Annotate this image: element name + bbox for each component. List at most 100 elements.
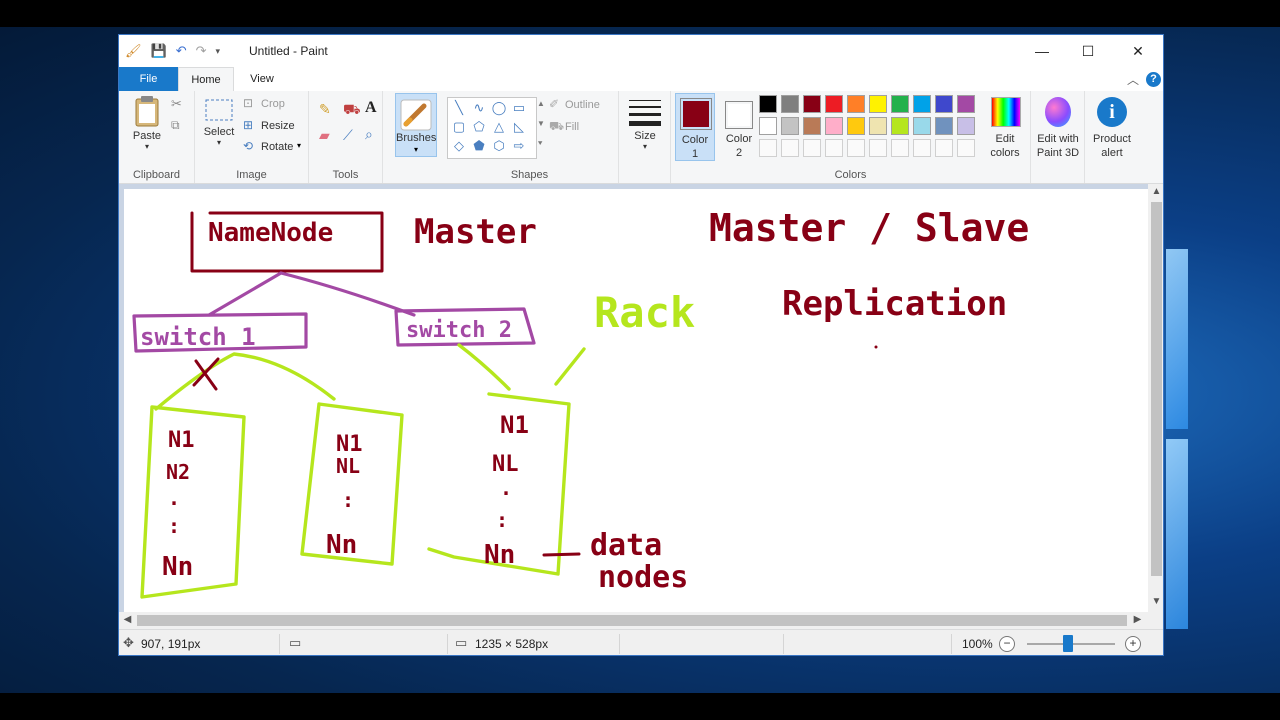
edit-with-paint3d-button[interactable]: Edit with Paint 3D [1033, 95, 1083, 163]
select-button[interactable]: Select ▾ [201, 97, 237, 147]
redo-icon[interactable]: ↷ [196, 43, 207, 59]
hexagon-shape-icon[interactable]: ⬡ [490, 138, 508, 154]
switch1-text: switch 1 [140, 323, 256, 351]
palette-swatch[interactable] [781, 95, 799, 113]
text-tool-icon[interactable]: A [365, 99, 377, 117]
fill-button[interactable]: Fill [565, 121, 579, 133]
save-icon[interactable]: 💾 [151, 43, 167, 59]
help-button[interactable]: ? [1146, 71, 1161, 87]
custom-color-slot[interactable] [891, 139, 909, 157]
palette-swatch[interactable] [891, 95, 909, 113]
pencil-icon[interactable]: ✎ [319, 101, 331, 118]
palette-swatch[interactable] [869, 117, 887, 135]
palette-swatch[interactable] [759, 117, 777, 135]
arrow-shape-icon[interactable]: ⇨ [510, 138, 528, 154]
palette-swatch[interactable] [913, 117, 931, 135]
custom-color-slot[interactable] [957, 139, 975, 157]
custom-color-slot[interactable] [781, 139, 799, 157]
eraser-icon[interactable]: ▰ [319, 127, 330, 144]
palette-swatch[interactable] [913, 95, 931, 113]
shapes-scroll-down-icon[interactable]: ▼ [537, 119, 545, 128]
rectangle-shape-icon[interactable]: ▭ [510, 100, 528, 116]
color2-button[interactable]: Color 2 [721, 95, 761, 163]
cut-icon[interactable]: ✂ [171, 96, 182, 112]
copy-icon[interactable]: ⧉ [171, 118, 180, 133]
palette-swatch[interactable] [847, 95, 865, 113]
collapse-ribbon-icon[interactable]: ︿ [1127, 71, 1139, 88]
drawing-canvas[interactable]: NameNode Master Master / Slave Replicati… [124, 189, 1148, 612]
palette-swatch[interactable] [935, 95, 953, 113]
custom-color-slot[interactable] [847, 139, 865, 157]
horizontal-scrollbar[interactable]: ◀ ▶ [119, 612, 1148, 629]
pentagon-shape-icon[interactable]: ⬟ [470, 138, 488, 154]
rotate-button[interactable]: Rotate [261, 141, 293, 153]
brushes-button[interactable]: Brushes ▾ [395, 93, 437, 157]
palette-swatch[interactable] [803, 95, 821, 113]
master-text: Master [414, 212, 537, 252]
outline-button[interactable]: Outline [565, 99, 600, 111]
zoom-slider-thumb[interactable] [1063, 635, 1073, 652]
custom-color-slot[interactable] [935, 139, 953, 157]
edit-colors-button[interactable]: Edit colors [985, 95, 1025, 163]
horizontal-scroll-thumb[interactable] [137, 615, 1127, 626]
custom-color-slot[interactable] [803, 139, 821, 157]
color1-button[interactable]: Color 1 [675, 93, 715, 161]
color-picker-icon[interactable]: ⟋ [343, 127, 353, 144]
shapes-more-icon[interactable]: ⯆ [537, 139, 543, 149]
magnifier-icon[interactable]: ⌕ [365, 126, 373, 143]
shapes-gallery[interactable]: ╲ ∿ ◯ ▭ ▢ ⬠ △ ◺ ◇ ⬟ ⬡ ⇨ [447, 97, 537, 159]
cursor-position-icon: ✥ [123, 635, 134, 650]
palette-swatch[interactable] [781, 117, 799, 135]
right-triangle-shape-icon[interactable]: ◺ [510, 119, 528, 135]
tab-view[interactable]: View [244, 67, 280, 91]
maximize-button[interactable]: ☐ [1065, 35, 1111, 67]
custom-color-slot[interactable] [825, 139, 843, 157]
fill-bucket-icon[interactable]: ⛟ [343, 101, 361, 120]
crop-button[interactable]: Crop [261, 98, 285, 110]
custom-color-slot[interactable] [913, 139, 931, 157]
zoom-out-button[interactable]: − [999, 636, 1015, 652]
palette-swatch[interactable] [935, 117, 953, 135]
tab-file[interactable]: File [119, 67, 178, 91]
line-shape-icon[interactable]: ╲ [450, 100, 468, 116]
palette-swatch[interactable] [957, 95, 975, 113]
paste-button[interactable]: Paste ▾ [127, 95, 167, 151]
product-alert-button[interactable]: i Product alert [1087, 95, 1137, 163]
scroll-left-arrow-icon[interactable]: ◀ [119, 614, 136, 625]
palette-swatch[interactable] [957, 117, 975, 135]
vertical-scroll-thumb[interactable] [1151, 202, 1162, 576]
vertical-scrollbar[interactable]: ▲ ▼ [1148, 184, 1163, 612]
size-button[interactable]: Size ▾ [625, 97, 665, 151]
palette-swatch[interactable] [803, 117, 821, 135]
scroll-up-arrow-icon[interactable]: ▲ [1148, 186, 1163, 197]
scroll-down-arrow-icon[interactable]: ▼ [1148, 596, 1163, 607]
polygon-shape-icon[interactable]: ⬠ [470, 119, 488, 135]
palette-swatch[interactable] [869, 95, 887, 113]
scroll-right-arrow-icon[interactable]: ▶ [1129, 614, 1146, 625]
triangle-shape-icon[interactable]: △ [490, 119, 508, 135]
paint3d-label-2: Paint 3D [1036, 147, 1080, 159]
paint-window: 🖌 💾 ↶ ↷ ▾ Untitled - Paint — ☐ ✕ File Ho… [118, 34, 1164, 656]
curve-shape-icon[interactable]: ∿ [470, 100, 488, 116]
undo-icon[interactable]: ↶ [176, 43, 187, 59]
tab-home[interactable]: Home [178, 67, 234, 91]
rack3-node-1: N1 [500, 411, 529, 439]
custom-color-slot[interactable] [759, 139, 777, 157]
diamond-shape-icon[interactable]: ◇ [450, 138, 468, 154]
minimize-button[interactable]: — [1019, 35, 1065, 67]
oval-shape-icon[interactable]: ◯ [490, 100, 508, 116]
rounded-rectangle-shape-icon[interactable]: ▢ [450, 119, 468, 135]
palette-swatch[interactable] [847, 117, 865, 135]
customize-toolbar-icon[interactable]: ▾ [216, 46, 221, 57]
shapes-scroll-up-icon[interactable]: ▲ [537, 99, 545, 108]
resize-button[interactable]: Resize [261, 120, 295, 132]
drawing-svg: NameNode Master Master / Slave Replicati… [132, 206, 1029, 599]
palette-swatch[interactable] [825, 117, 843, 135]
close-button[interactable]: ✕ [1115, 35, 1161, 67]
palette-swatch[interactable] [759, 95, 777, 113]
clipboard-group-label: Clipboard [132, 169, 181, 181]
zoom-in-button[interactable]: + [1125, 636, 1141, 652]
custom-color-slot[interactable] [869, 139, 887, 157]
palette-swatch[interactable] [891, 117, 909, 135]
palette-swatch[interactable] [825, 95, 843, 113]
